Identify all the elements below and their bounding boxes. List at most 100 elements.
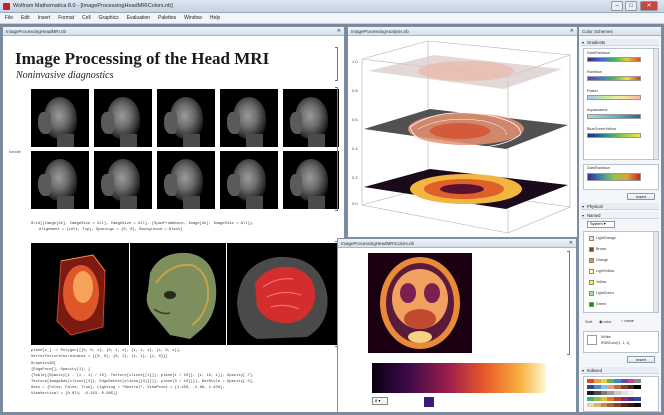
gradient-swatch[interactable]: [587, 133, 641, 138]
notebook-colors-title: ImageProcessingHeadMRIColors.nb: [341, 241, 415, 246]
named-color-item[interactable]: Orange: [589, 257, 608, 263]
named-color-item[interactable]: Yellow: [589, 279, 606, 285]
menu-format[interactable]: Format: [58, 15, 74, 21]
insert-button[interactable]: Insert: [627, 193, 655, 200]
mathematica-logo-icon: [3, 3, 10, 10]
menu-window[interactable]: Window: [184, 15, 202, 21]
menu-palettes[interactable]: Palettes: [158, 15, 176, 21]
mri-slice: [31, 89, 89, 147]
named-color-item[interactable]: LightGreen: [589, 290, 614, 296]
axis-tick-label: 0.0: [352, 201, 358, 206]
maximize-button[interactable]: □: [625, 1, 637, 11]
gradients-list[interactable]: [583, 48, 659, 160]
section-named[interactable]: Named: [581, 212, 659, 219]
stacked-slices-plot[interactable]: 1.0 0.8 0.6 0.4 0.2 0.0: [348, 37, 577, 237]
indexed-swatch[interactable]: [587, 379, 641, 383]
axis-tick-label: 0.4: [352, 146, 358, 151]
sort-by-color-radio[interactable]: ◉ color: [599, 319, 612, 324]
indexed-swatch[interactable]: [587, 403, 641, 407]
named-color-item[interactable]: Brown: [589, 246, 606, 252]
gradient-name: Pastel: [587, 89, 598, 93]
close-icon[interactable]: ✕: [570, 27, 574, 35]
gradient-swatch[interactable]: [587, 57, 641, 62]
menu-edit[interactable]: Edit: [21, 15, 30, 21]
color-swatch: [589, 268, 594, 274]
scrollbar[interactable]: [653, 232, 658, 312]
mri-slice: [283, 151, 339, 209]
code-line[interactable]: VertexTextureCoordinates = {{0, 0}, {0, …: [31, 355, 168, 359]
color-schemes-palette[interactable]: Color Schemes Gradients DarkRainbow Rain…: [578, 26, 662, 413]
notebook-colors-tab[interactable]: ImageProcessingHeadMRIColors.nb ✕: [338, 239, 576, 248]
notebook-main-tab[interactable]: ImageProcessingHeadMRI.nb ✕: [3, 27, 344, 36]
color-info-value: RGBColor[1, 1, 1]: [601, 341, 630, 345]
close-button[interactable]: ✕: [640, 1, 658, 11]
code-line[interactable]: {EdgeForm[], Opacity[1], {: [31, 368, 90, 372]
code-line[interactable]: Alignment = {Left, Top}, Spacings = {0, …: [39, 228, 183, 232]
indexed-swatch[interactable]: [587, 397, 641, 401]
menu-graphics[interactable]: Graphics: [99, 15, 119, 21]
cell-bracket[interactable]: [335, 87, 338, 211]
mri-slice: [157, 89, 215, 147]
code-line[interactable]: Texture[ImageAdd[slices[[3]], EdgeDetect…: [31, 380, 254, 384]
close-icon[interactable]: ✕: [569, 239, 573, 247]
color-gradient-bar[interactable]: [372, 363, 546, 393]
code-line[interactable]: plane[z_] := Polygon[{{0, 0, z}, {0, 1, …: [31, 349, 181, 353]
close-icon[interactable]: ✕: [337, 27, 341, 35]
gradient-name: Rainbow: [587, 70, 602, 74]
named-dropdown[interactable]: System ▾: [587, 221, 615, 228]
named-color-item[interactable]: LightOrange: [589, 235, 616, 241]
sort-by-name-radio[interactable]: ○ name: [621, 319, 634, 323]
menu-bar: File Edit Insert Format Cell Graphics Ev…: [0, 13, 664, 24]
scrollbar[interactable]: [653, 49, 658, 159]
axis-tick-label: 0.2: [352, 175, 358, 180]
selected-color-swatch[interactable]: [424, 397, 434, 407]
window-titlebar: Wolfram Mathematica 8.0 - [ImageProcessi…: [0, 0, 664, 13]
code-line[interactable]: Graphics3D[: [31, 362, 56, 366]
palette-title: Color Schemes: [579, 27, 661, 36]
menu-cell[interactable]: Cell: [82, 15, 91, 21]
mri-slice: [94, 151, 152, 209]
gradient-swatch[interactable]: [587, 95, 641, 100]
code-line[interactable]: ViewVertical = {0.074, -0.153, 0.985}]: [31, 392, 118, 396]
side-link[interactable]: handle: [9, 149, 21, 154]
page-title: Image Processing of the Head MRI: [15, 49, 270, 68]
section-gradients[interactable]: Gradients: [581, 39, 659, 46]
code-line[interactable]: {Table[{Opacity[1 - (i - 1) / 10], Textu…: [31, 374, 254, 378]
mri-slice: [220, 89, 278, 147]
gradient-dropdown[interactable]: 8 ▾: [372, 397, 388, 405]
named-color-item[interactable]: LightYellow: [589, 268, 614, 274]
menu-help[interactable]: Help: [210, 15, 220, 21]
menu-insert[interactable]: Insert: [38, 15, 51, 21]
chevron-down-icon: ▾: [378, 398, 381, 403]
named-color-item[interactable]: Green: [589, 301, 606, 307]
code-line[interactable]: Grid[{Image[#k], ImageSize = All], Image…: [31, 222, 254, 226]
gradient-swatch[interactable]: [587, 114, 641, 119]
menu-evaluation[interactable]: Evaluation: [127, 15, 150, 21]
menu-file[interactable]: File: [5, 15, 13, 21]
white-color-swatch: [587, 335, 597, 345]
chevron-down-icon: ▾: [603, 222, 606, 226]
insert-button[interactable]: Insert: [627, 356, 655, 363]
axis-tick-label: 0.8: [352, 88, 358, 93]
cell-bracket[interactable]: [567, 251, 570, 355]
cell-bracket[interactable]: [335, 47, 338, 81]
gradient-preview-swatch: [587, 173, 641, 181]
notebook-colors[interactable]: ImageProcessingHeadMRIColors.nb ✕ 8 ▾: [337, 238, 577, 413]
gradient-name: BlueGreenYellow: [587, 127, 616, 131]
notebook-main-title: ImageProcessingHeadMRI.nb: [6, 29, 67, 34]
notebook-analysis[interactable]: ImageProcessingAnalysis.nb ✕ 1.0 0.8 0.6…: [347, 26, 578, 238]
notebook-analysis-title: ImageProcessingAnalysis.nb: [351, 29, 409, 34]
indexed-swatch[interactable]: [587, 385, 641, 389]
color-swatch: [589, 246, 594, 252]
minimize-button[interactable]: –: [611, 1, 623, 11]
notebook-main[interactable]: ImageProcessingHeadMRI.nb ✕ Image Proces…: [2, 26, 345, 413]
indexed-swatch[interactable]: [587, 391, 641, 395]
gradient-name: Aquamarine: [587, 108, 608, 112]
section-physical[interactable]: Physical: [581, 203, 659, 210]
notebook-analysis-tab[interactable]: ImageProcessingAnalysis.nb ✕: [348, 27, 577, 36]
section-indexed[interactable]: Indexed: [581, 367, 659, 374]
gradient-swatch[interactable]: [587, 76, 641, 81]
code-line[interactable]: Axes = {False, False, True}, Lighting = …: [31, 386, 225, 390]
mri-slice: [94, 89, 152, 147]
gradient-name: DarkRainbow: [587, 51, 610, 55]
